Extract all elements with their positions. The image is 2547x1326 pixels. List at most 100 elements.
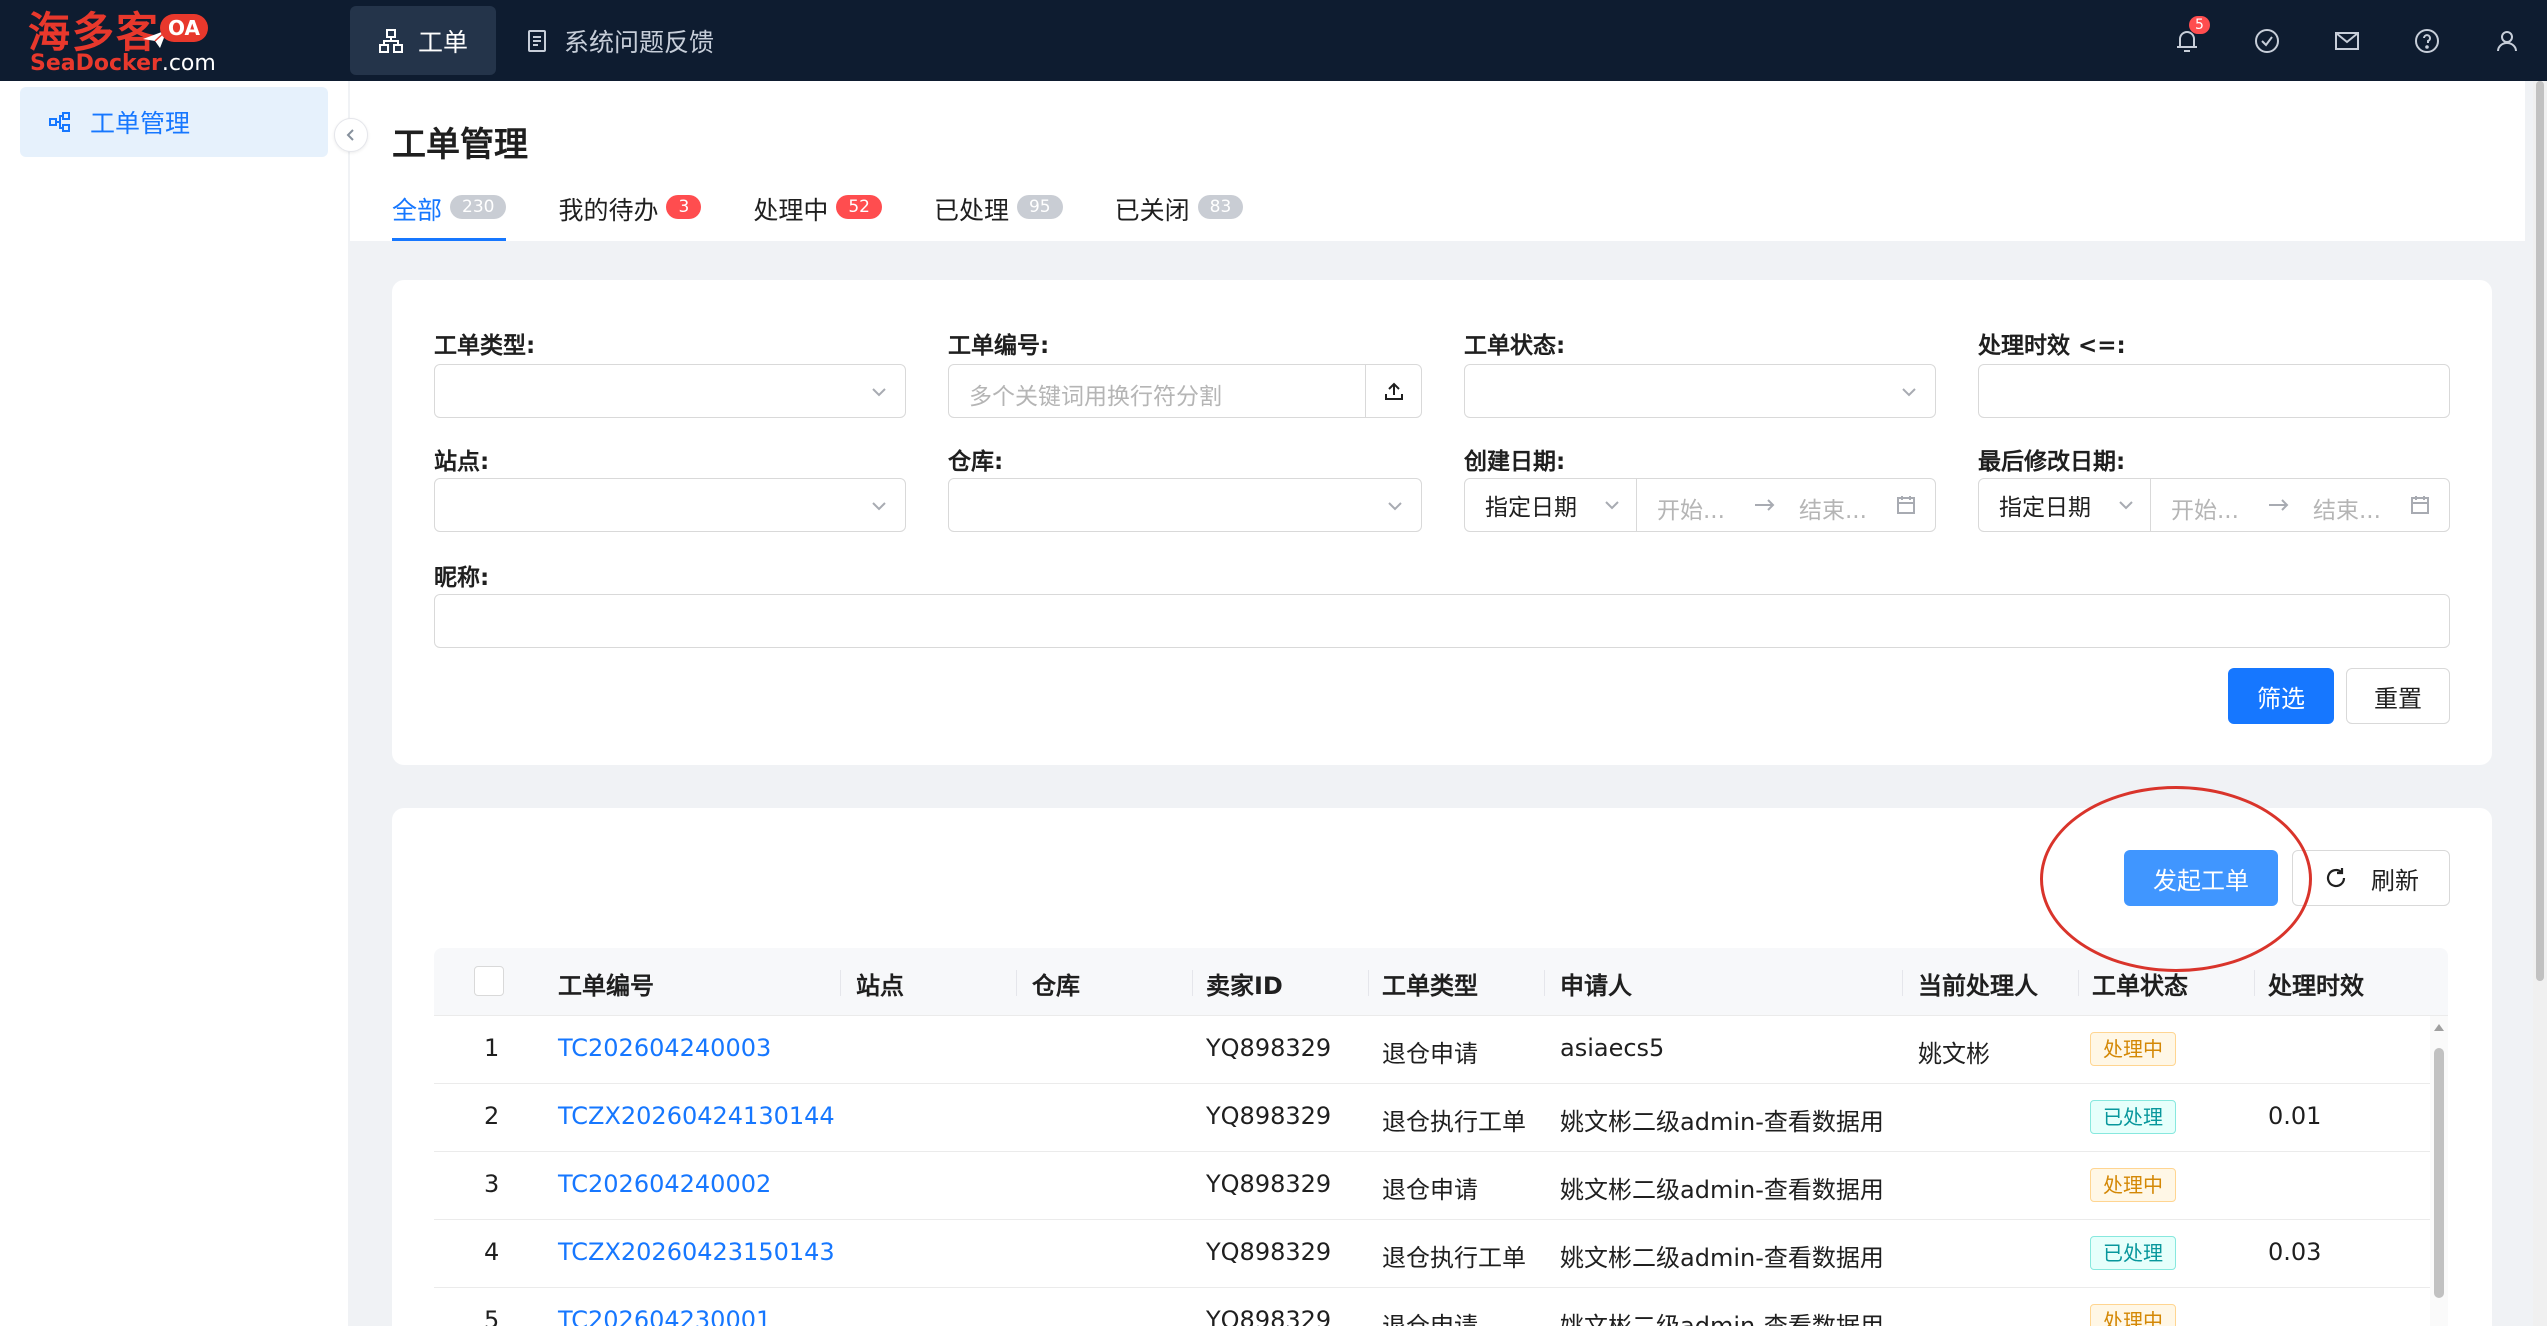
topnav-workorder[interactable]: 工单 [350, 6, 497, 75]
tab-count: 95 [1016, 195, 1063, 219]
number-placeholder: 多个关键词用换行符分割 [969, 384, 1222, 410]
topnav-feedback-label: 系统问题反馈 [564, 27, 715, 57]
seller-id-cell: YQ898329 [1206, 1102, 1332, 1130]
tab-processing[interactable]: 处理中 52 [753, 185, 882, 241]
applicant-cell: asiaecs5 [1560, 1034, 1665, 1062]
page-title: 工单管理 [392, 125, 528, 165]
column-divider [840, 970, 841, 996]
date-end-placeholder[interactable]: 结束... [2313, 491, 2381, 525]
date-start-placeholder[interactable]: 开始... [2171, 491, 2239, 525]
date-end-placeholder[interactable]: 结束... [1799, 491, 1867, 525]
modified-date-range[interactable]: 指定日期 开始... 结束... [1978, 478, 2450, 532]
tab-label: 我的待办 [558, 196, 659, 225]
workorder-number-link[interactable]: TCZX20260424130144 [558, 1102, 835, 1130]
tasks-button[interactable] [2227, 0, 2307, 81]
modified-date-mode-select[interactable]: 指定日期 [1979, 479, 2151, 531]
number-label: 工单编号: [948, 333, 1050, 359]
help-button[interactable] [2387, 0, 2467, 81]
column-header[interactable]: 工单编号 [558, 966, 654, 1001]
column-divider [2254, 970, 2255, 996]
launch-workorder-button[interactable]: 发起工单 [2124, 850, 2278, 906]
filter-button[interactable]: 筛选 [2228, 668, 2334, 724]
warehouse-label: 仓库: [948, 449, 1004, 475]
warehouse-select[interactable] [948, 478, 1422, 532]
document-icon [528, 29, 547, 52]
user-button[interactable] [2467, 0, 2547, 81]
arrow-right-icon [2269, 499, 2289, 511]
chevron-down-icon [1605, 501, 1619, 510]
logo[interactable]: 海多客 OA SeaDocker.com [28, 8, 218, 76]
table-row[interactable]: 5 TC202604230001 YQ898329 退仓申请 姚文彬二级admi… [434, 1288, 2430, 1326]
site-select[interactable] [434, 478, 906, 532]
messages-button[interactable] [2307, 0, 2387, 81]
number-input[interactable]: 多个关键词用换行符分割 [948, 364, 1422, 418]
date-start-placeholder[interactable]: 开始... [1657, 491, 1725, 525]
type-cell: 退仓申请 [1382, 1040, 1478, 1068]
select-all-checkbox[interactable] [474, 966, 504, 996]
column-header[interactable]: 当前处理人 [1918, 966, 2038, 1001]
chevron-left-icon [346, 129, 354, 141]
sidebar-item-workorder-management[interactable]: 工单管理 [20, 87, 328, 157]
column-header[interactable]: 工单状态 [2092, 966, 2188, 1001]
upload-button[interactable] [1365, 365, 1421, 417]
tab-processed[interactable]: 已处理 95 [934, 185, 1063, 241]
mail-icon [2335, 31, 2359, 50]
status-tabs: 全部 230 我的待办 3 处理中 52 已处理 95 已关闭 83 [392, 185, 1244, 241]
row-index: 2 [484, 1102, 500, 1130]
page-scrollbar[interactable] [2533, 81, 2547, 1326]
sidebar-collapse-button[interactable] [334, 118, 368, 152]
column-header[interactable]: 站点 [856, 966, 904, 1001]
tab-count: 52 [836, 195, 882, 219]
column-divider [1016, 970, 1017, 996]
topnav-feedback[interactable]: 系统问题反馈 [496, 6, 742, 75]
timeliness-label: 处理时效 <=: [1978, 333, 2126, 359]
column-header[interactable]: 处理时效 [2268, 966, 2364, 1001]
refresh-icon [2326, 868, 2346, 888]
tab-count: 83 [1197, 195, 1244, 219]
nickname-input[interactable] [434, 594, 2450, 648]
tab-all[interactable]: 全部 230 [392, 185, 507, 241]
sitemap-icon [379, 28, 403, 53]
scroll-up-arrow-icon[interactable] [2434, 1024, 2444, 1031]
table-scrollbar[interactable] [2430, 1016, 2448, 1326]
column-divider [1544, 970, 1545, 996]
column-header[interactable]: 申请人 [1560, 966, 1632, 1001]
table-scrollbar-thumb[interactable] [2434, 1048, 2444, 1298]
column-header[interactable]: 工单类型 [1382, 966, 1478, 1001]
tab-closed[interactable]: 已关闭 83 [1115, 185, 1244, 241]
top-bar: 海多客 OA SeaDocker.com 工单 系统问题反馈 5 [0, 0, 2547, 81]
workorder-number-link[interactable]: TCZX20260423150143 [558, 1238, 835, 1266]
status-select[interactable] [1464, 364, 1936, 418]
workorder-number-link[interactable]: TC202604240002 [558, 1170, 771, 1198]
sidebar: 工单管理 [0, 81, 348, 1326]
column-header[interactable]: 卖家ID [1206, 966, 1283, 1001]
logo-text-en: SeaDocker.com [30, 51, 216, 76]
workorder-number-link[interactable]: TC202604240003 [558, 1034, 771, 1062]
table-header: 工单编号 站点 仓库 卖家ID 工单类型 申请人 当前处理人 工单状态 处理时效 [434, 948, 2448, 1016]
workflow-icon [49, 112, 70, 132]
refresh-button[interactable]: 刷新 [2292, 850, 2450, 906]
date-mode-value: 指定日期 [1999, 495, 2091, 521]
page-scrollbar-thumb[interactable] [2536, 81, 2544, 981]
handler-cell: 姚文彬 [1918, 1040, 1990, 1068]
applicant-cell: 姚文彬二级admin-查看数据用 [1560, 1312, 1884, 1326]
created-date-range[interactable]: 指定日期 开始... 结束... [1464, 478, 1936, 532]
seller-id-cell: YQ898329 [1206, 1170, 1332, 1198]
notifications-button[interactable]: 5 [2147, 0, 2227, 81]
seller-id-cell: YQ898329 [1206, 1238, 1332, 1266]
workorder-number-link[interactable]: TC202604230001 [558, 1306, 771, 1326]
table-row[interactable]: 4 TCZX20260423150143 YQ898329 退仓执行工单 姚文彬… [434, 1220, 2430, 1288]
column-divider [1368, 970, 1369, 996]
topnav-workorder-label: 工单 [418, 27, 469, 57]
table-row[interactable]: 3 TC202604240002 YQ898329 退仓申请 姚文彬二级admi… [434, 1152, 2430, 1220]
table-row[interactable]: 1 TC202604240003 YQ898329 退仓申请 asiaecs5 … [434, 1016, 2430, 1084]
type-select[interactable] [434, 364, 906, 418]
tab-label: 全部 [392, 196, 443, 225]
column-header[interactable]: 仓库 [1032, 966, 1080, 1001]
created-date-mode-select[interactable]: 指定日期 [1465, 479, 1637, 531]
timeliness-input[interactable] [1978, 364, 2450, 418]
table-row[interactable]: 2 TCZX20260424130144 YQ898329 退仓执行工单 姚文彬… [434, 1084, 2430, 1152]
chevron-down-icon [872, 502, 886, 511]
tab-my-todo[interactable]: 我的待办 3 [558, 185, 702, 241]
reset-button[interactable]: 重置 [2346, 668, 2450, 724]
